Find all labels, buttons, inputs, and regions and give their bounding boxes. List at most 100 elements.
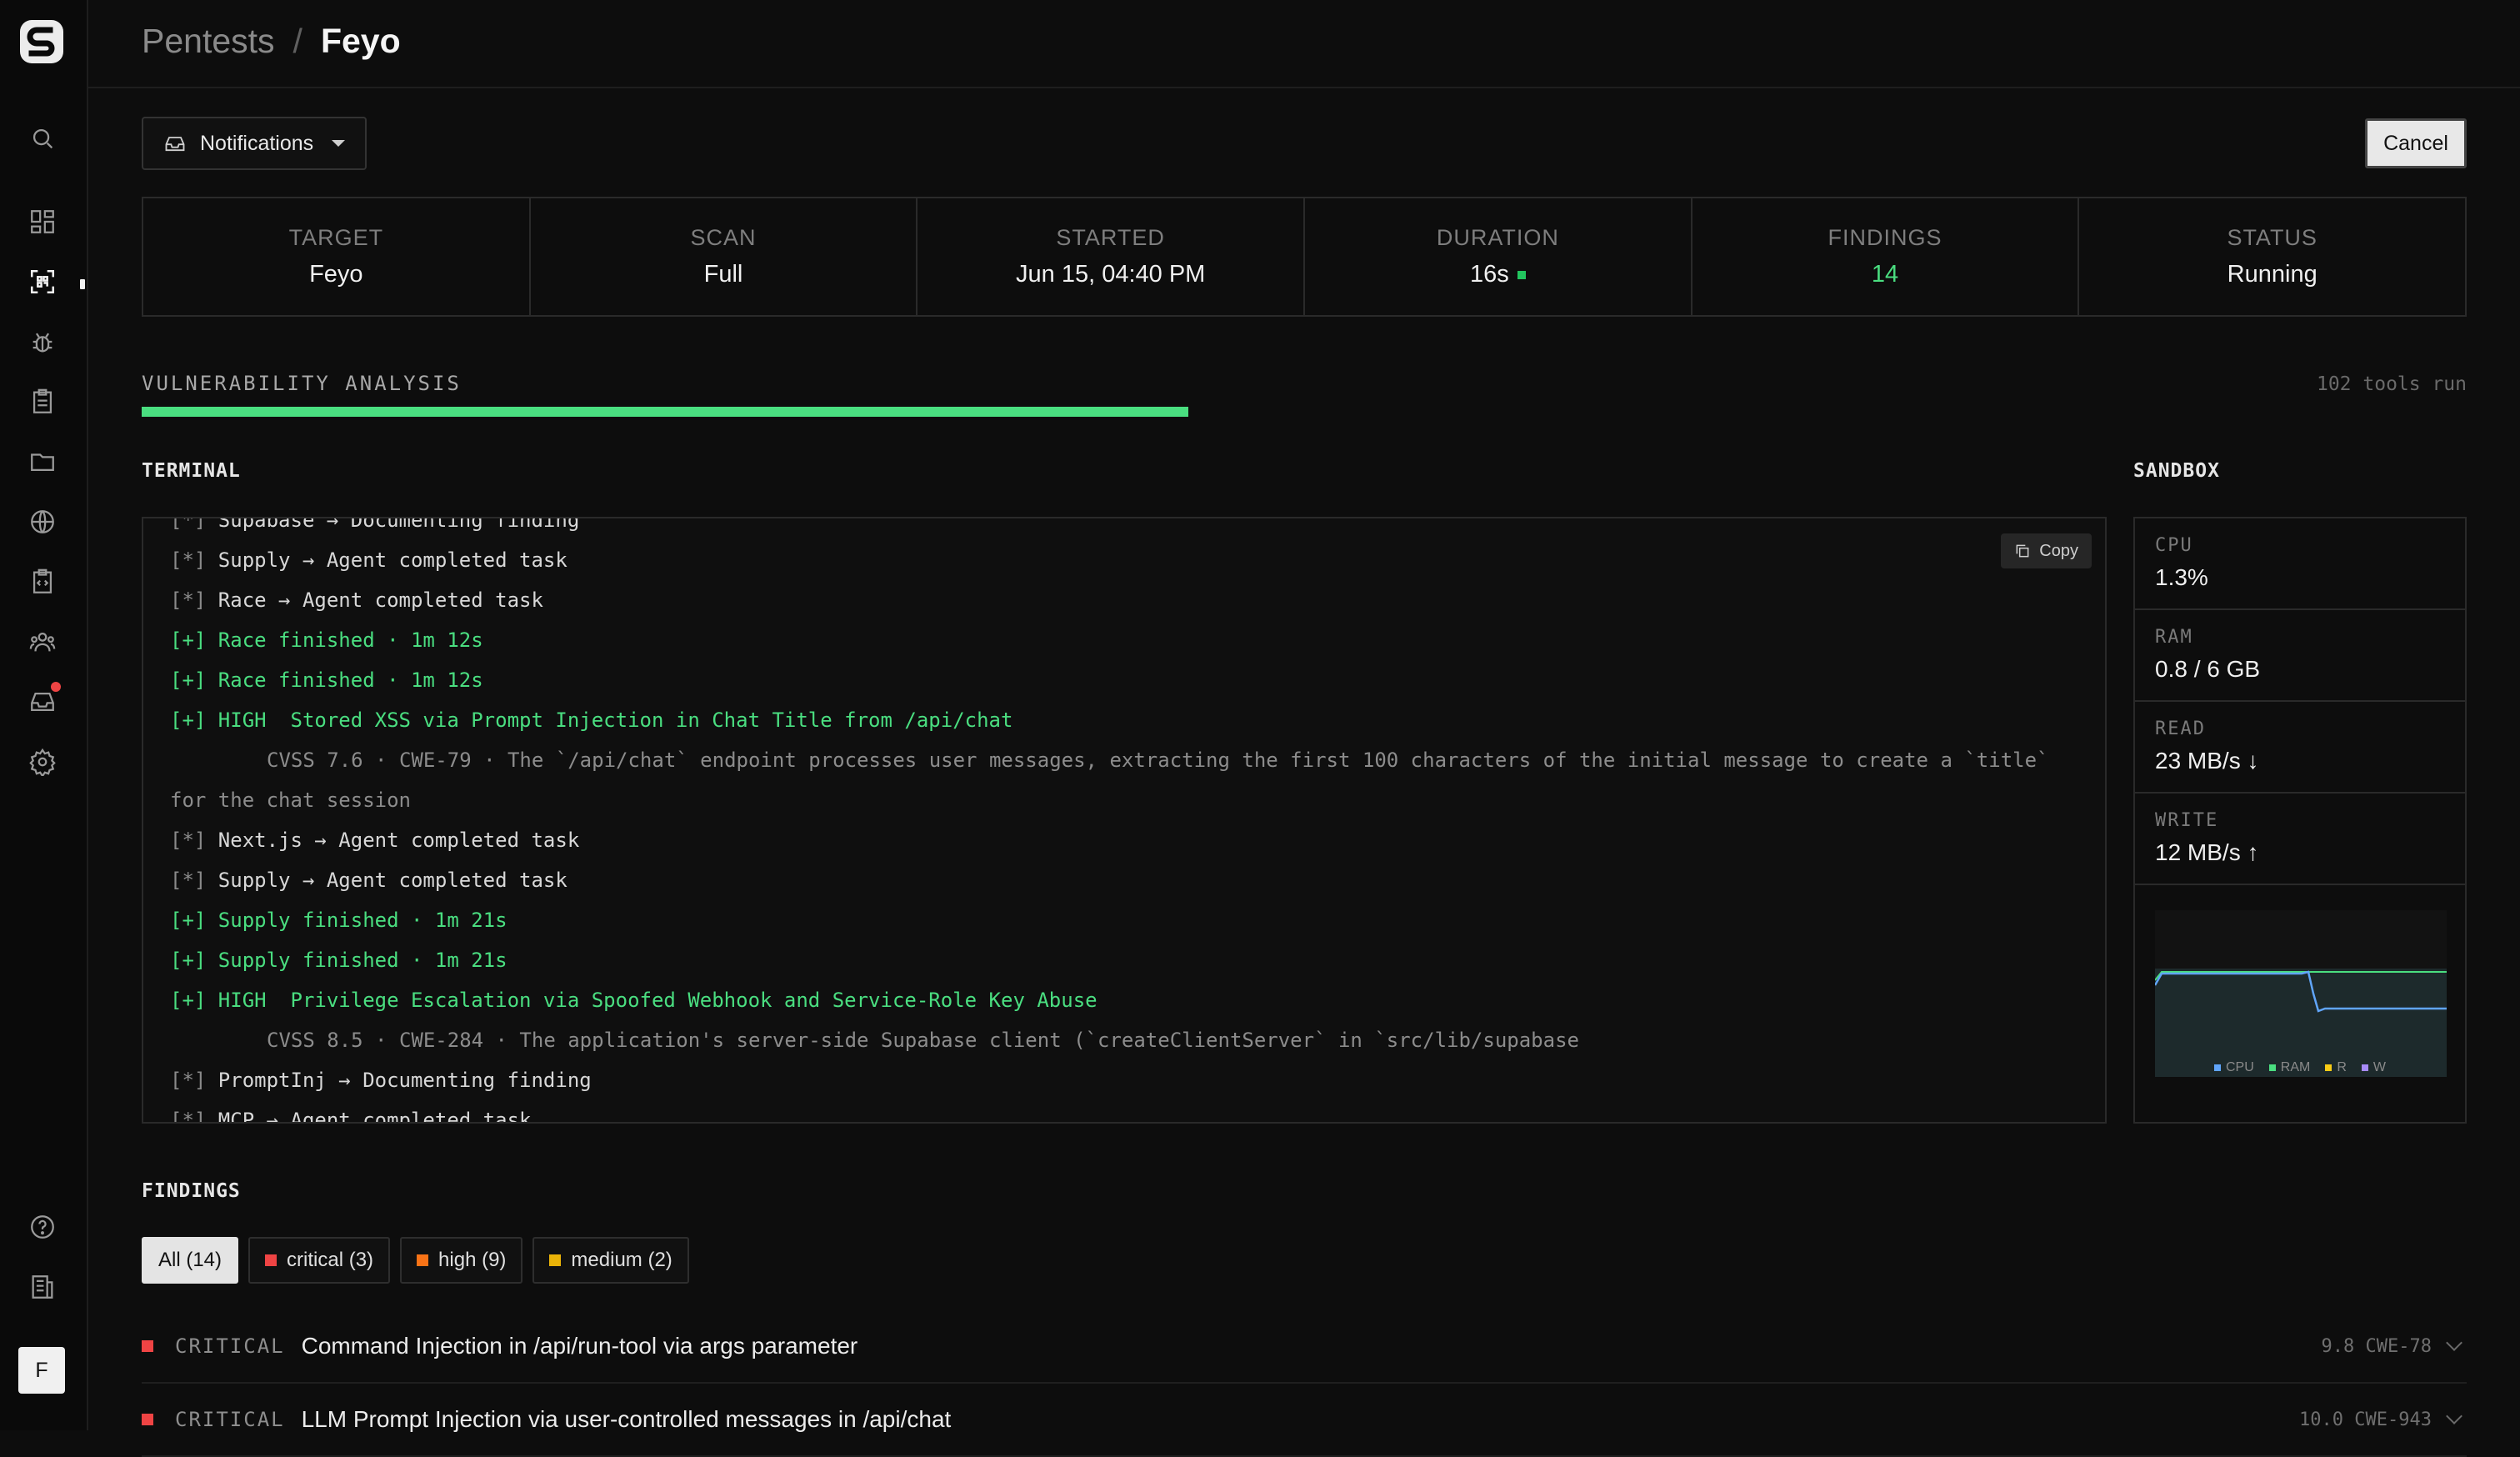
stat-value: 16s (1469, 261, 1509, 288)
side-rail: F (0, 0, 88, 1430)
cancel-button[interactable]: Cancel (2365, 118, 2467, 168)
terminal-line-text: Supabase → Documenting finding (218, 517, 580, 532)
finding-row[interactable]: CRITICAL Command Injection in /api/run-to… (142, 1310, 2467, 1384)
tools-run-count: 102 tools run (2316, 373, 2467, 395)
finding-severity: CRITICAL (175, 1334, 285, 1358)
legend-swatch (2213, 1064, 2221, 1071)
metric-label: RAM (2155, 627, 2193, 648)
finding-severity: CRITICAL (175, 1408, 285, 1431)
terminal-line: [*] Supply → Agent completed task (170, 540, 2055, 580)
filter-label: medium (2) (571, 1249, 672, 1271)
terminal-lines: [*] Supabase → Documenting finding [*] Su… (170, 517, 2055, 1124)
legend-item: R (2325, 1060, 2347, 1075)
terminal-line-success: [+] HIGH Privilege Escalation via Spoofe… (170, 980, 2055, 1020)
terminal-line-text: MCP → Agent completed task (218, 1109, 532, 1124)
scan-stats: TARGET Feyo SCAN Full STARTED Jun 15, 04… (142, 197, 2467, 317)
terminal-line-text: Next.js → Agent completed task (218, 829, 580, 852)
finding-meta: 10.0 CWE-943 (2299, 1409, 2432, 1430)
severity-swatch (417, 1254, 429, 1266)
metric-value: 1.3% (2155, 564, 2208, 590)
finding-title: LLM Prompt Injection via user-controlled… (301, 1406, 952, 1432)
terminal-line-tag: [*] (170, 588, 218, 612)
stat-label: FINDINGS (1828, 225, 1942, 250)
terminal-line-tag: [+] (170, 989, 218, 1012)
globe-icon[interactable] (26, 505, 59, 538)
filter-chip[interactable]: high (9) (400, 1237, 523, 1284)
terminal-line-text: Supply finished · 1m 21s (218, 909, 508, 932)
filter-chip[interactable]: medium (2) (532, 1237, 689, 1284)
notifications-dropdown[interactable]: Notifications (142, 117, 368, 170)
stat-label: DURATION (1436, 225, 1559, 250)
metric-value: 0.8 / 6 GB (2155, 656, 2261, 682)
scan-icon[interactable] (26, 265, 59, 298)
filter-chip[interactable]: critical (3) (248, 1237, 391, 1284)
terminal-line-text: Race finished · 1m 12s (218, 628, 483, 652)
filter-chip[interactable]: All (14) (142, 1237, 239, 1284)
terminal-line-success: [+] Supply finished · 1m 21s (170, 940, 2055, 980)
terminal-line-success: [+] HIGH Stored XSS via Prompt Injection… (170, 700, 2055, 740)
page-header: Pentests / Feyo (88, 0, 2520, 88)
search-icon[interactable] (26, 122, 59, 155)
sandbox-write: WRITE 12 MB/s ↑ (2135, 794, 2465, 885)
folder-icon[interactable] (26, 445, 59, 478)
stat-label: STARTED (1056, 225, 1165, 250)
phase-label: VULNERABILITY ANALYSIS (142, 372, 462, 395)
inbox-icon[interactable] (26, 682, 61, 718)
terminal-line-tag: [*] (170, 1109, 218, 1124)
stat-scan: SCAN Full (531, 198, 918, 315)
filter-label: high (9) (438, 1249, 507, 1271)
severity-swatch (265, 1254, 278, 1266)
legend-item: CPU (2213, 1060, 2254, 1075)
clipboard-list-icon[interactable] (26, 385, 59, 418)
legend-label: R (2337, 1060, 2347, 1074)
copy-button[interactable]: Copy (2001, 533, 2092, 568)
terminal-line-text: HIGH Privilege Escalation via Spoofed We… (218, 989, 1098, 1012)
chevron-down-icon (332, 140, 346, 147)
help-icon[interactable] (26, 1210, 59, 1244)
stat-label: SCAN (690, 225, 757, 250)
dashboard-icon[interactable] (26, 205, 59, 238)
copy-label: Copy (2039, 541, 2078, 560)
terminal-line-text: Supply → Agent completed task (218, 869, 568, 892)
sandbox-ram: RAM 0.8 / 6 GB (2135, 610, 2465, 702)
sandbox-panel: CPU 1.3% RAM 0.8 / 6 GB READ 23 MB/s ↓ W… (2133, 517, 2467, 1124)
stat-value-row: 16s (1470, 261, 1526, 288)
stat-value: 14 (1871, 261, 1899, 288)
metric-label: READ (2155, 718, 2206, 739)
terminal-output[interactable]: [*] Supabase → Documenting finding [*] Su… (142, 517, 2107, 1124)
clipboard-code-icon[interactable] (26, 565, 59, 598)
breadcrumb-pentests-link[interactable]: Pentests (142, 22, 275, 61)
terminal-line-tag: [*] (170, 548, 218, 572)
avatar[interactable]: F (18, 1347, 65, 1394)
terminal-line-tag: [*] (170, 1069, 218, 1092)
finding-row[interactable]: CRITICAL LLM Prompt Injection via user-co… (142, 1384, 2467, 1457)
terminal-line-tag: [+] (170, 668, 218, 692)
bug-icon[interactable] (26, 325, 59, 358)
terminal-line-text: PromptInj → Documenting finding (218, 1069, 592, 1092)
terminal-line: [*] MCP → Agent completed task (170, 1100, 2055, 1124)
stat-findings: FINDINGS 14 (1692, 198, 2080, 315)
gear-icon[interactable] (26, 745, 59, 779)
stat-value: Running (2227, 261, 2318, 288)
team-icon[interactable] (26, 625, 59, 658)
terminal-line-text: Supply → Agent completed task (218, 548, 568, 572)
docs-icon[interactable] (26, 1270, 59, 1304)
active-nav-indicator (80, 279, 85, 289)
terminal-line-tag: [+] (170, 628, 218, 652)
legend-label: W (2372, 1060, 2386, 1074)
chart-legend: CPU RAM R W (2135, 1060, 2465, 1075)
terminal-line-tag: [+] (170, 909, 218, 932)
severity-icon (142, 1414, 153, 1425)
finding-meta: 9.8 CWE-78 (2321, 1335, 2432, 1357)
app-logo-icon[interactable] (18, 18, 65, 65)
terminal-line-success: [+] Race finished · 1m 12s (170, 620, 2055, 660)
findings-title: FINDINGS (142, 1180, 241, 1202)
stat-value: Full (703, 261, 743, 288)
terminal-line-tag: [*] (170, 829, 218, 852)
terminal-line-text: HIGH Stored XSS via Prompt Injection in … (218, 708, 1013, 732)
stat-value: Feyo (309, 261, 363, 288)
page-title: Feyo (320, 22, 401, 60)
legend-swatch (2325, 1064, 2332, 1071)
terminal-line-success: [+] Race finished · 1m 12s (170, 660, 2055, 700)
stat-value: Jun 15, 04:40 PM (1016, 261, 1206, 288)
